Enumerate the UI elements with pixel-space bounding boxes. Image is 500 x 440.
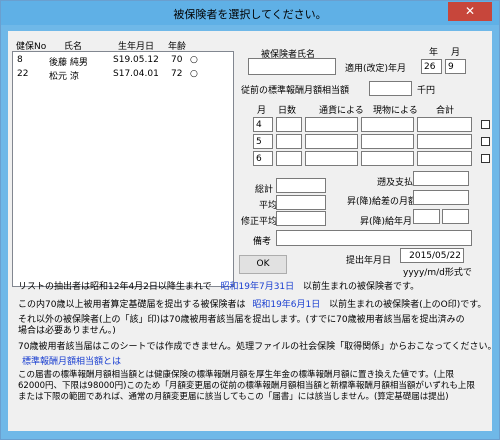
days-field[interactable] — [276, 134, 302, 149]
applied-year-field[interactable]: 26 — [421, 59, 442, 74]
table-header-currency: 通貨による — [319, 106, 364, 116]
window-title: 被保険者を選択してください。 — [173, 8, 327, 21]
sum-label: 総計 — [255, 185, 274, 195]
info-line-1-date: 昭和19年7月31日 — [220, 282, 295, 292]
adj-avg-label: 修正平均 — [241, 217, 278, 227]
close-button[interactable]: ✕ — [448, 2, 492, 21]
table-header-days: 日数 — [278, 106, 297, 116]
ok-button[interactable]: OK — [239, 255, 287, 274]
currency-field[interactable] — [305, 151, 358, 166]
standard-amount-link[interactable]: 標準報酬月額相当額とは — [22, 354, 121, 367]
avg-label: 平均 — [259, 201, 278, 211]
list-item-birth: S17.04.01 — [113, 69, 159, 79]
list-item-name: 松元 涼 — [49, 72, 79, 82]
list-item-no: 8 — [17, 55, 23, 65]
list-item[interactable]: 22 松元 涼 S17.04.01 72 ○ — [13, 68, 233, 82]
raise-month-label: 昇(降)給差の月額 — [347, 197, 418, 207]
prev-amount-field[interactable] — [369, 81, 412, 96]
info-explain: この届書の標準報酬月額相当額とは健康保険の標準報酬月額を厚生年金の標準報酬月額に… — [18, 370, 475, 402]
list-item[interactable]: 8 後藤 純男 S19.05.12 70 ○ — [13, 54, 233, 68]
table-header-total: 合計 — [436, 106, 455, 116]
total-field[interactable] — [417, 117, 472, 132]
adj-avg-field[interactable] — [276, 211, 326, 226]
note-label: 備考 — [253, 237, 272, 247]
raise-ym-label: 昇(降)給年月 — [360, 217, 413, 227]
goods-field[interactable] — [361, 117, 414, 132]
info-line-2: この内70歳以上被用者算定基礎届を提出する被保険者は 昭和19年6月1日 以前生… — [18, 297, 486, 310]
prev-amount-label: 従前の標準報酬月額相当額 — [241, 86, 350, 96]
retro-field[interactable] — [413, 171, 469, 186]
list-item-no: 22 — [17, 69, 29, 79]
month-header: 月 — [451, 48, 461, 58]
raise-month-num-field[interactable] — [442, 209, 469, 224]
row-checkbox[interactable] — [481, 154, 490, 163]
dialog-window: 被保険者を選択してください。 ✕ 健保No 氏名 生年月日 年齢 8 後藤 純男… — [0, 0, 500, 440]
submit-date-field[interactable]: 2015/05/22 — [400, 248, 464, 263]
info-line-2-a: この内70歳以上被用者算定基礎届を提出する被保険者は — [18, 300, 246, 310]
currency-field[interactable] — [305, 117, 358, 132]
list-item-mark: ○ — [190, 69, 198, 79]
list-item-birth: S19.05.12 — [113, 55, 159, 65]
info-line-1-b: 以前生まれの被保険者です。 — [303, 282, 420, 292]
goods-field[interactable] — [361, 134, 414, 149]
row-checkbox[interactable] — [481, 120, 490, 129]
info-line-1: リストの抽出者は昭和12年4月2日以降生まれで 昭和19年7月31日 以前生まれ… — [18, 279, 419, 292]
info-line-3: それ以外の被保険者(上の「該」印)は70歳被用者該当届を提出します。(すでに70… — [18, 315, 465, 336]
title-bar: 被保険者を選択してください。 ✕ — [1, 1, 499, 25]
year-header: 年 — [429, 48, 439, 58]
sum-field[interactable] — [276, 178, 326, 193]
currency-field[interactable] — [305, 134, 358, 149]
list-item-age: 70 — [171, 55, 183, 65]
note-field[interactable] — [276, 230, 472, 246]
month-field[interactable]: 5 — [253, 134, 273, 149]
raise-year-field[interactable] — [413, 209, 440, 224]
days-field[interactable] — [276, 151, 302, 166]
insured-name-field[interactable] — [248, 58, 336, 75]
applied-month-field[interactable]: 9 — [445, 59, 466, 74]
avg-field[interactable] — [276, 195, 326, 210]
table-header-month: 月 — [257, 106, 267, 116]
prev-amount-unit: 千円 — [417, 86, 436, 96]
goods-field[interactable] — [361, 151, 414, 166]
info-line-2-b: 以前生まれの被保険者(上のO印)です。 — [329, 300, 487, 310]
list-item-age: 72 — [171, 69, 183, 79]
list-item-mark: ○ — [190, 55, 198, 65]
insured-list[interactable]: 8 後藤 純男 S19.05.12 70 ○ 22 松元 涼 S17.04.01… — [12, 51, 234, 287]
submit-date-label: 提出年月日 — [346, 256, 392, 266]
days-field[interactable] — [276, 117, 302, 132]
info-line-1-a: リストの抽出者は昭和12年4月2日以降生まれで — [18, 282, 212, 292]
list-item-name: 後藤 純男 — [49, 58, 88, 68]
dialog-body: 健保No 氏名 生年月日 年齢 8 後藤 純男 S19.05.12 70 ○ 2… — [8, 31, 496, 431]
raise-month-field[interactable] — [413, 190, 469, 205]
month-field[interactable]: 4 — [253, 117, 273, 132]
submit-date-hint: yyyy/m/d形式で — [403, 268, 472, 278]
total-field[interactable] — [417, 151, 472, 166]
applied-label: 適用(改定)年月 — [345, 64, 407, 74]
total-field[interactable] — [417, 134, 472, 149]
month-field[interactable]: 6 — [253, 151, 273, 166]
row-checkbox[interactable] — [481, 137, 490, 146]
table-header-goods: 現物による — [373, 106, 418, 116]
info-line-2-date: 昭和19年6月1日 — [252, 300, 321, 310]
info-line-4: 70歳被用者該当届はこのシートでは作成できません。処理ファイルの社会保険「取得関… — [18, 342, 497, 352]
